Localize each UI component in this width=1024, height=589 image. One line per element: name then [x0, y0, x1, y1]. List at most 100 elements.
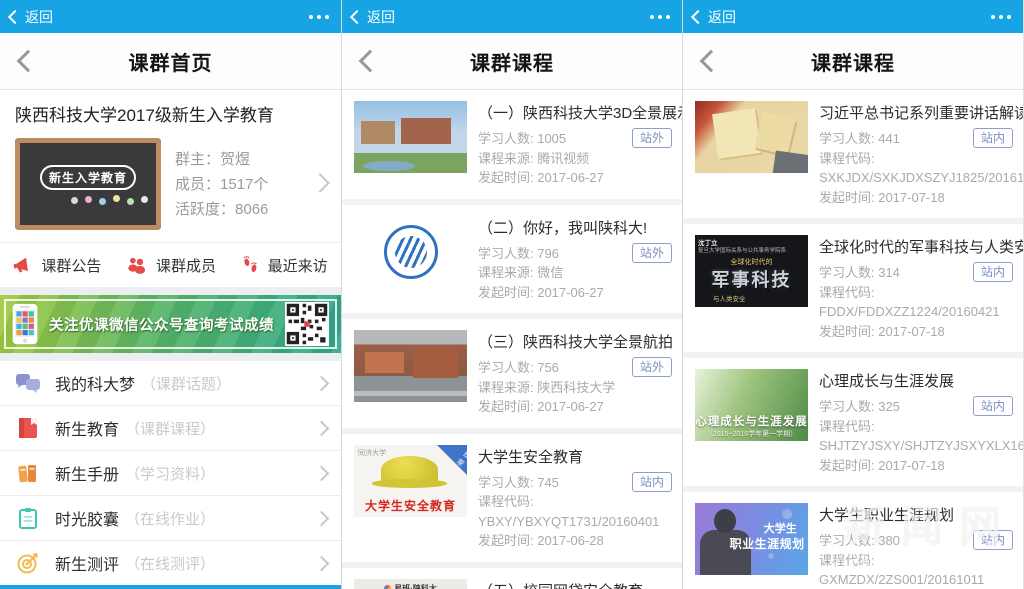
nav-back-icon[interactable] [17, 50, 40, 73]
members-label: 课群成员 [156, 255, 216, 276]
chevron-right-icon [314, 421, 330, 437]
group-menu: 我的科大梦 （课群话题） 新生教育 （课群课程） 新生手册 （学习资料） 时光胶… [0, 361, 341, 589]
back-button[interactable]: 返回 [10, 7, 53, 27]
course-row[interactable]: 大学生 职业生涯规划 大学生职业生涯规划 学习人数: 380 课程代码: GXM… [683, 492, 1023, 589]
more-menu-button[interactable] [648, 11, 672, 23]
course-meta-line: 课程来源: 微信 [478, 263, 672, 283]
menu-item-label: 新生手册 [55, 461, 119, 485]
recent-visitors-button[interactable]: 最近来访 [227, 243, 341, 287]
app: 返回 课群首页 陕西科技大学2017级新生入学教育 新生入学教育 群主：贺煜 成… [0, 0, 1024, 589]
course-meta-line: GXMZDX/2ZS001/20161011 [819, 570, 1013, 589]
nav-back-icon[interactable] [700, 50, 723, 73]
course-row[interactable]: 同济大学 独家 大学生安全教育 大学生安全教育 学习人数: 745 课程代码: … [342, 434, 682, 562]
chevron-right-icon [314, 376, 330, 392]
menu-item-topics[interactable]: 我的科大梦 （课群话题） [0, 361, 341, 406]
course-thumbnail: 易班·陕科大 校园网络贷款安全教育 [354, 579, 467, 589]
qr-code-icon [285, 302, 329, 346]
back-chevron-icon [8, 9, 22, 23]
more-menu-button[interactable] [307, 11, 331, 23]
menu-item-homework[interactable]: 时光胶囊 （在线作业） [0, 496, 341, 541]
course-title: 习近平总书记系列重要讲话解读 [819, 102, 1013, 123]
megaphone-icon [12, 255, 33, 275]
board-doodles [85, 196, 92, 203]
course-meta-line: 课程代码: [819, 283, 1013, 303]
group-members-line: 成员：1517个 [175, 172, 268, 197]
course-title: （五）校园网贷安全教育 [478, 580, 672, 589]
course-row[interactable]: （一）陕西科技大学3D全景展示 学习人数: 1005 课程来源: 腾讯视频 发起… [342, 90, 682, 199]
group-card[interactable]: 新生入学教育 群主：贺煜 成员：1517个 活跃度：8066 [0, 132, 341, 242]
menu-item-courses[interactable]: 新生教育 （课群课程） [0, 406, 341, 451]
chevron-right-icon [310, 173, 330, 193]
page-title: 课群课程 [811, 47, 895, 76]
course-meta-line: 发起时间: 2017-06-27 [478, 397, 672, 417]
menu-item-sublabel: （学习资料） [125, 463, 215, 484]
course-meta-line: 发起时间: 2017-07-18 [819, 322, 1013, 342]
course-meta-line: 发起时间: 2017-06-27 [478, 168, 672, 188]
title-bar: 课群课程 [342, 33, 682, 90]
course-badge: 站内 [973, 128, 1013, 148]
course-badge: 站外 [632, 243, 672, 263]
status-bar: 返回 [683, 0, 1023, 33]
announcements-button[interactable]: 课群公告 [0, 243, 114, 287]
course-badge: 站外 [632, 357, 672, 377]
course-thumbnail: 沈丁立 复旦大学国际关系与公共事务学院系 全球化时代的 军事科技 与人类安全 [695, 235, 808, 307]
course-meta-line: 课程代码: [478, 492, 672, 512]
course-meta-line: 发起时间: 2017-07-18 [819, 456, 1013, 476]
members-icon [125, 255, 148, 275]
course-meta-line: 课程代码: [819, 417, 1013, 437]
thumb-dept-text: 复旦大学国际关系与公共事务学院系 [698, 246, 786, 254]
group-title: 陕西科技大学2017级新生入学教育 [0, 90, 341, 132]
course-meta-line: 课程代码: [819, 149, 1013, 169]
clipboard-icon [15, 506, 41, 530]
course-row[interactable]: （三）陕西科技大学全景航拍 学习人数: 756 课程来源: 陕西科技大学 发起时… [342, 319, 682, 428]
course-row[interactable]: 易班·陕科大 校园网络贷款安全教育 （五）校园网贷安全教育 学习人数: 529 … [342, 568, 682, 589]
back-label: 返回 [367, 7, 395, 27]
recent-visitors-label: 最近来访 [268, 255, 328, 276]
menu-item-handbook[interactable]: 新生手册 （学习资料） [0, 451, 341, 496]
course-meta-line: FDDX/FDDXZZ1224/20160421 [819, 302, 1013, 322]
course-title: （三）陕西科技大学全景航拍 [478, 331, 672, 352]
announcements-label: 课群公告 [41, 255, 101, 276]
course-row[interactable]: （二）你好，我叫陕科大! 学习人数: 796 课程来源: 微信 发起时间: 20… [342, 205, 682, 314]
wechat-promo-banner[interactable]: 关注优课微信公众号查询考试成绩 [0, 295, 341, 353]
banner-text: 关注优课微信公众号查询考试成绩 [46, 314, 277, 335]
back-label: 返回 [708, 7, 736, 27]
group-cover-text: 新生入学教育 [40, 165, 136, 190]
page-title: 课群首页 [129, 47, 213, 76]
course-thumbnail [354, 101, 467, 173]
menu-item-assessment[interactable]: 新生测评 （在线测评） [0, 541, 341, 586]
menu-item-label: 新生测评 [55, 551, 119, 575]
more-menu-button[interactable] [989, 11, 1013, 23]
thumb-title-text: 职业生涯规划 [730, 535, 805, 552]
course-badge: 站外 [632, 128, 672, 148]
group-cover-image: 新生入学教育 [15, 138, 161, 230]
course-title: 心理成长与生涯发展 [819, 370, 1013, 391]
course-badge: 站内 [973, 262, 1013, 282]
course-row[interactable]: 心理成长与生涯发展 （2015~2016学年第一学期） 心理成长与生涯发展 学习… [683, 358, 1023, 486]
course-row[interactable]: 沈丁立 复旦大学国际关系与公共事务学院系 全球化时代的 军事科技 与人类安全 全… [683, 224, 1023, 352]
course-title: （二）你好，我叫陕科大! [478, 217, 672, 238]
course-row[interactable]: 习近平总书记系列重要讲话解读 学习人数: 441 课程代码: SXKJDX/SX… [683, 90, 1023, 218]
phone-icon [12, 302, 38, 346]
course-thumbnail [354, 330, 467, 402]
back-chevron-icon [691, 9, 705, 23]
title-bar: 课群课程 [683, 33, 1023, 90]
members-button[interactable]: 课群成员 [114, 243, 228, 287]
menu-item-sublabel: （在线测评） [125, 553, 215, 574]
course-meta-line: SHJTZYJSXY/SHJTZYJSXYXLX1606/2 [819, 436, 1013, 456]
course-title: 大学生安全教育 [478, 446, 672, 467]
back-button[interactable]: 返回 [352, 7, 395, 27]
chevron-right-icon [314, 466, 330, 482]
course-meta-line: 课程代码: [819, 551, 1013, 571]
menu-item-label: 新生教育 [55, 416, 119, 440]
nav-back-icon[interactable] [359, 50, 382, 73]
thumb-title-text: 大学生安全教育 [354, 497, 467, 514]
panel-group-home: 返回 课群首页 陕西科技大学2017级新生入学教育 新生入学教育 群主：贺煜 成… [0, 0, 341, 589]
course-thumbnail: 心理成长与生涯发展 （2015~2016学年第一学期） [695, 369, 808, 441]
course-title: （一）陕西科技大学3D全景展示 [478, 102, 672, 123]
back-button[interactable]: 返回 [693, 7, 736, 27]
course-meta-line: 发起时间: 2017-06-27 [478, 283, 672, 303]
course-meta-line: 发起时间: 2017-06-28 [478, 531, 672, 551]
chevron-right-icon [314, 556, 330, 572]
group-activity-line: 活跃度：8066 [175, 197, 268, 222]
